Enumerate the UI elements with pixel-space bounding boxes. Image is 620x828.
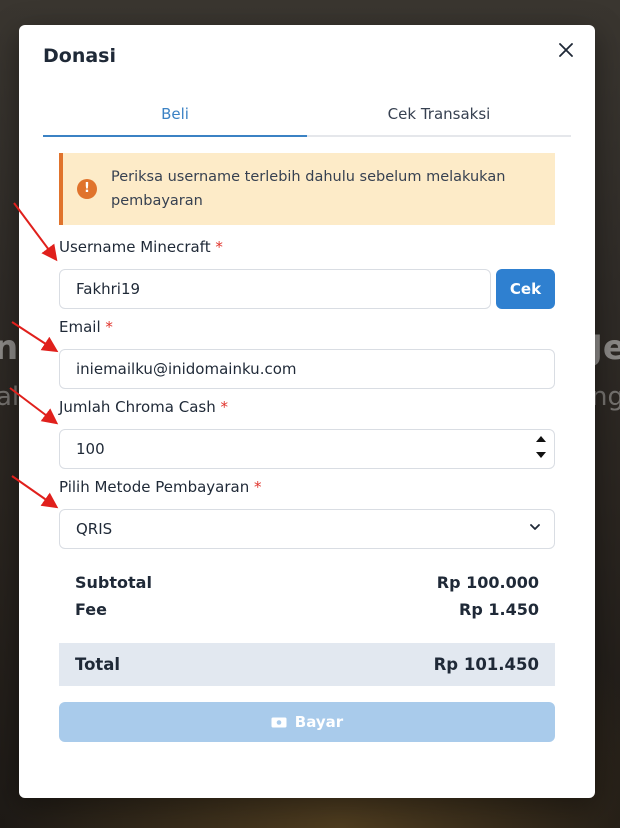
total-value: Rp 101.450 <box>433 655 539 674</box>
subtotal-row: Subtotal Rp 100.000 <box>75 569 539 596</box>
donation-modal: Donasi Beli Cek Transaksi ! Periksa user… <box>19 25 595 798</box>
alert-message: Periksa username terlebih dahulu sebelum… <box>111 169 506 209</box>
email-label-text: Email <box>59 318 101 336</box>
email-label: Email * <box>59 318 113 336</box>
order-summary: Subtotal Rp 100.000 Fee Rp 1.450 <box>75 569 539 623</box>
cash-icon <box>271 717 287 727</box>
required-marker: * <box>254 478 262 496</box>
modal-title: Donasi <box>43 45 116 67</box>
payment-method-label: Pilih Metode Pembayaran * <box>59 478 262 496</box>
required-marker: * <box>105 318 113 336</box>
required-marker: * <box>215 238 223 256</box>
username-input[interactable]: Fakhri19 <box>59 269 491 309</box>
chevron-down-icon <box>530 524 540 530</box>
background-text-left-1: n <box>0 328 19 368</box>
subtotal-label: Subtotal <box>75 573 152 592</box>
payment-method-label-text: Pilih Metode Pembayaran <box>59 478 250 496</box>
username-label-text: Username Minecraft <box>59 238 211 256</box>
warning-alert: ! Periksa username terlebih dahulu sebel… <box>59 153 555 225</box>
increment-arrow-icon[interactable] <box>534 434 548 448</box>
amount-spinner <box>534 434 548 464</box>
payment-method-select[interactable]: QRIS <box>59 509 555 549</box>
decrement-arrow-icon[interactable] <box>534 450 548 464</box>
amount-stepper[interactable]: 100 <box>59 429 555 469</box>
amount-label: Jumlah Chroma Cash * <box>59 398 228 416</box>
check-username-button[interactable]: Cek <box>496 269 555 309</box>
amount-label-text: Jumlah Chroma Cash <box>59 398 216 416</box>
tab-cek-transaksi[interactable]: Cek Transaksi <box>307 95 571 135</box>
background-text-right-2: ng <box>591 382 620 412</box>
fee-label: Fee <box>75 600 107 619</box>
required-marker: * <box>220 398 229 416</box>
email-field[interactable]: iniemailku@inidomainku.com <box>59 349 555 389</box>
tab-beli[interactable]: Beli <box>43 95 307 137</box>
fee-row: Fee Rp 1.450 <box>75 596 539 623</box>
payment-method-selected: QRIS <box>76 520 113 538</box>
tab-bar: Beli Cek Transaksi <box>43 95 571 137</box>
pay-button-label: Bayar <box>294 713 344 731</box>
close-icon[interactable] <box>555 39 577 61</box>
exclamation-icon: ! <box>77 179 97 199</box>
total-row: Total Rp 101.450 <box>59 643 555 686</box>
fee-value: Rp 1.450 <box>459 600 539 619</box>
total-label: Total <box>75 655 121 674</box>
username-label: Username Minecraft * <box>59 238 223 256</box>
pay-button[interactable]: Bayar <box>59 702 555 742</box>
subtotal-value: Rp 100.000 <box>436 573 539 592</box>
background-text-left-2: al <box>0 382 20 412</box>
amount-value: 100 <box>76 440 105 458</box>
